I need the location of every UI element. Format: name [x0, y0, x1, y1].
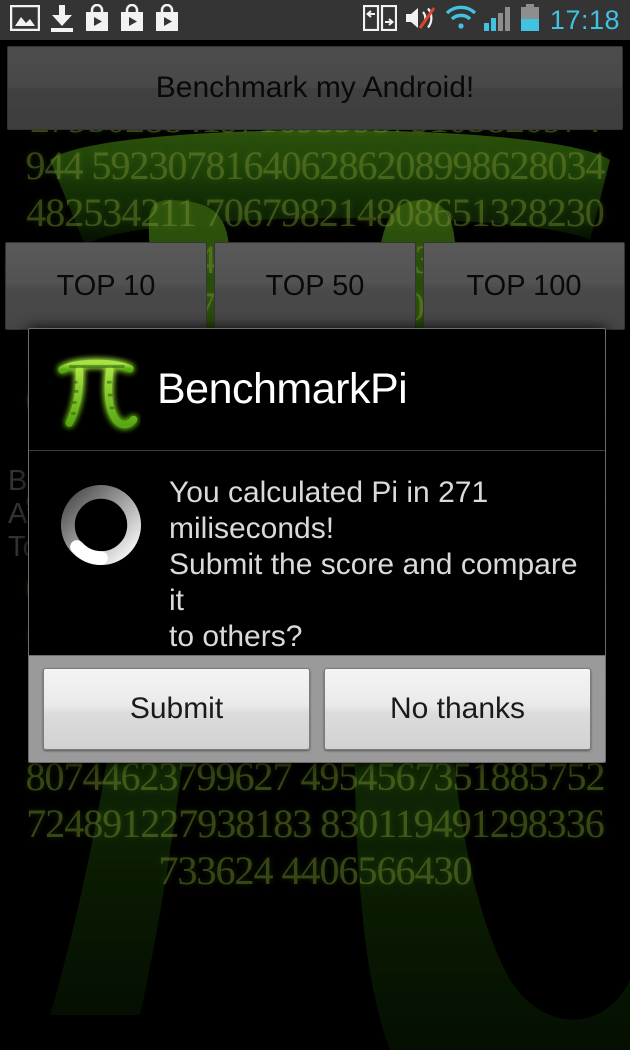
play-store-icon	[154, 3, 180, 37]
benchmark-dialog: BenchmarkPi You calculated Pi in 271 mil…	[28, 328, 606, 763]
status-bar-right-icons: 17:18	[362, 4, 630, 36]
battery-icon	[520, 4, 539, 36]
dialog-message-line-3: Submit the score and compare it	[169, 548, 578, 618]
image-icon	[9, 4, 41, 36]
download-icon	[49, 4, 75, 37]
dialog-message-line-2: miliseconds!	[169, 512, 335, 546]
volume-muted-icon	[404, 5, 438, 36]
play-store-icon	[84, 3, 110, 37]
dialog-body: You calculated Pi in 271 miliseconds! Su…	[29, 451, 605, 655]
app-screen: 279502884197169399375105820974944 592307…	[0, 40, 630, 1050]
submit-button-label: Submit	[129, 692, 224, 726]
dialog-title: BenchmarkPi	[157, 365, 408, 414]
no-thanks-button-label: No thanks	[389, 692, 526, 726]
dialog-message-line-4: to others?	[169, 620, 303, 654]
status-bar[interactable]: 17:18	[0, 0, 630, 40]
pi-icon	[58, 359, 138, 428]
signal-icon	[483, 5, 514, 36]
dialog-message: You calculated Pi in 271 miliseconds! Su…	[169, 475, 583, 655]
status-bar-clock: 17:18	[549, 4, 620, 35]
dialog-header: BenchmarkPi	[29, 329, 605, 452]
submit-button[interactable]: Submit	[43, 668, 310, 751]
dialog-footer: Submit No thanks	[29, 655, 605, 762]
play-store-icon	[119, 3, 145, 37]
screen-transfer-icon	[362, 4, 398, 36]
no-thanks-button[interactable]: No thanks	[324, 668, 591, 751]
progress-spinner-icon	[60, 485, 142, 566]
wifi-icon	[445, 5, 477, 36]
dialog-message-line-1: You calculated Pi in 271	[169, 476, 489, 510]
status-bar-left-icons	[0, 3, 180, 37]
